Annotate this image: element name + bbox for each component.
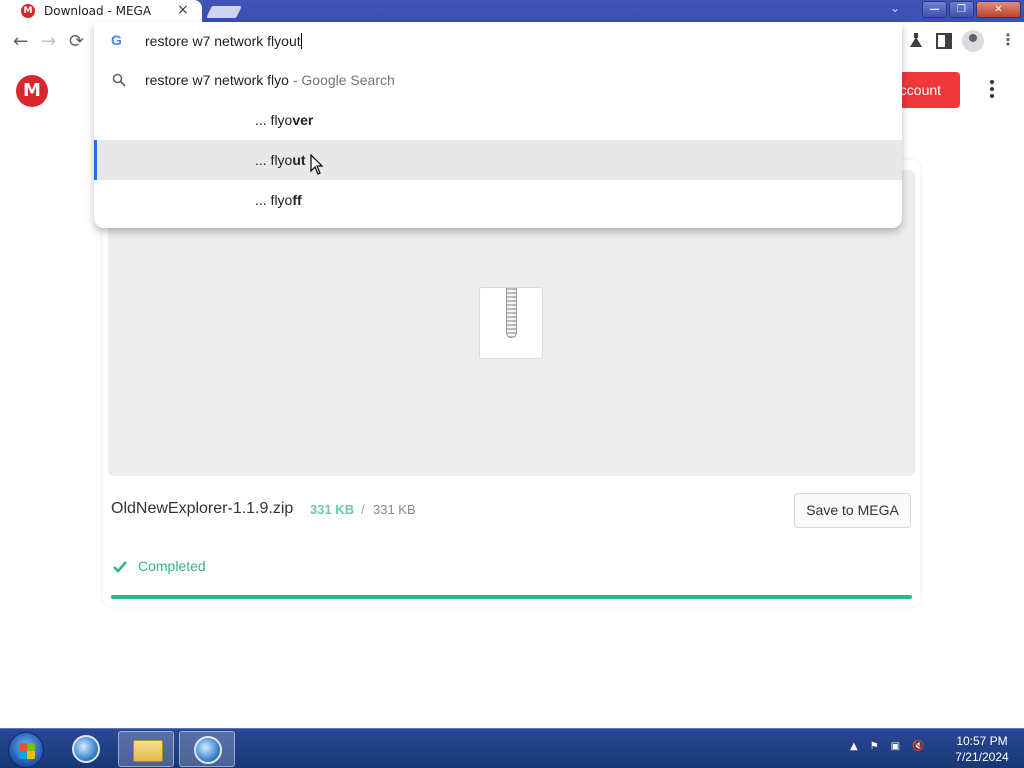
- back-icon[interactable]: ←: [13, 31, 28, 52]
- restore-button[interactable]: ❐: [949, 1, 974, 18]
- tab-close-icon[interactable]: ×: [177, 2, 189, 18]
- clock-time: 10:57 PM: [956, 734, 1008, 748]
- window-controls: — ❐ ✕: [922, 1, 1021, 19]
- browser-menu-icon[interactable]: ⋮: [1000, 30, 1016, 49]
- side-panel-icon[interactable]: [934, 31, 954, 51]
- folder-icon: [133, 740, 163, 762]
- network-icon[interactable]: ▣: [891, 741, 900, 752]
- forward-icon[interactable]: →: [41, 31, 56, 52]
- suggestion-query: restore w7 network flyo - Google Search: [145, 72, 395, 88]
- search-icon: [112, 73, 126, 87]
- mega-favicon-icon: M: [21, 4, 35, 18]
- windows-logo-icon: [19, 743, 35, 759]
- file-name: OldNewExplorer-1.1.9.zip: [111, 500, 294, 517]
- suggestion-flyoff[interactable]: ... flyoff: [94, 180, 902, 220]
- mega-logo[interactable]: M: [16, 75, 48, 107]
- download-progress-bar: [111, 595, 912, 599]
- google-icon: G: [111, 32, 122, 48]
- show-hidden-icons-icon[interactable]: ▲: [850, 741, 858, 752]
- minimize-button[interactable]: —: [922, 1, 947, 18]
- downloaded-size: 331 KB: [310, 502, 355, 517]
- omnibox-input-row[interactable]: G restore w7 network flyout: [94, 22, 902, 62]
- suggestion-flyover[interactable]: ... flyover: [94, 100, 902, 140]
- taskbar-clock[interactable]: 10:57 PM 7/21/2024: [950, 733, 1014, 765]
- mouse-cursor-icon: [310, 154, 324, 175]
- title-bar: M Download - MEGA × ⌄ — ❐ ✕: [0, 0, 1024, 24]
- tab-search-icon[interactable]: ⌄: [890, 1, 900, 15]
- start-button[interactable]: [8, 732, 44, 768]
- download-status: Completed: [138, 558, 206, 574]
- tab-title: Download - MEGA: [44, 4, 152, 18]
- progress-fill: [111, 595, 912, 599]
- taskbar-browser-active[interactable]: [179, 731, 235, 767]
- taskbar-browser-pinned[interactable]: [58, 731, 114, 767]
- total-size: 331 KB: [373, 502, 416, 517]
- profile-avatar[interactable]: [962, 30, 984, 52]
- check-icon: [113, 561, 127, 573]
- close-window-button[interactable]: ✕: [976, 1, 1021, 18]
- reload-icon[interactable]: ⟳: [69, 31, 84, 52]
- size-separator: /: [361, 502, 365, 517]
- volume-muted-icon[interactable]: 🔇: [912, 741, 924, 752]
- save-to-mega-button[interactable]: Save to MEGA: [794, 493, 911, 528]
- omnibox-dropdown: G restore w7 network flyout restore w7 n…: [94, 22, 902, 228]
- suggestion-flyout[interactable]: ... flyout: [94, 140, 902, 180]
- new-tab-button[interactable]: [206, 6, 242, 18]
- clock-date: 7/21/2024: [955, 750, 1009, 764]
- tab-mega-download[interactable]: M Download - MEGA ×: [0, 0, 202, 24]
- zip-file-icon: [479, 287, 543, 359]
- taskbar: ▲ ⚑ ▣ 🔇 10:57 PM 7/21/2024: [0, 728, 1024, 768]
- suggestion-search[interactable]: restore w7 network flyo - Google Search: [94, 60, 902, 100]
- extension-icon[interactable]: [906, 31, 926, 51]
- browser-icon: [194, 736, 222, 764]
- taskbar-file-explorer[interactable]: [118, 731, 174, 767]
- page-menu-icon[interactable]: [986, 80, 998, 101]
- browser-icon: [72, 735, 100, 763]
- system-tray: ▲ ⚑ ▣ 🔇: [850, 741, 925, 752]
- omnibox-input[interactable]: restore w7 network flyout: [145, 33, 302, 49]
- action-center-flag-icon[interactable]: ⚑: [870, 741, 879, 752]
